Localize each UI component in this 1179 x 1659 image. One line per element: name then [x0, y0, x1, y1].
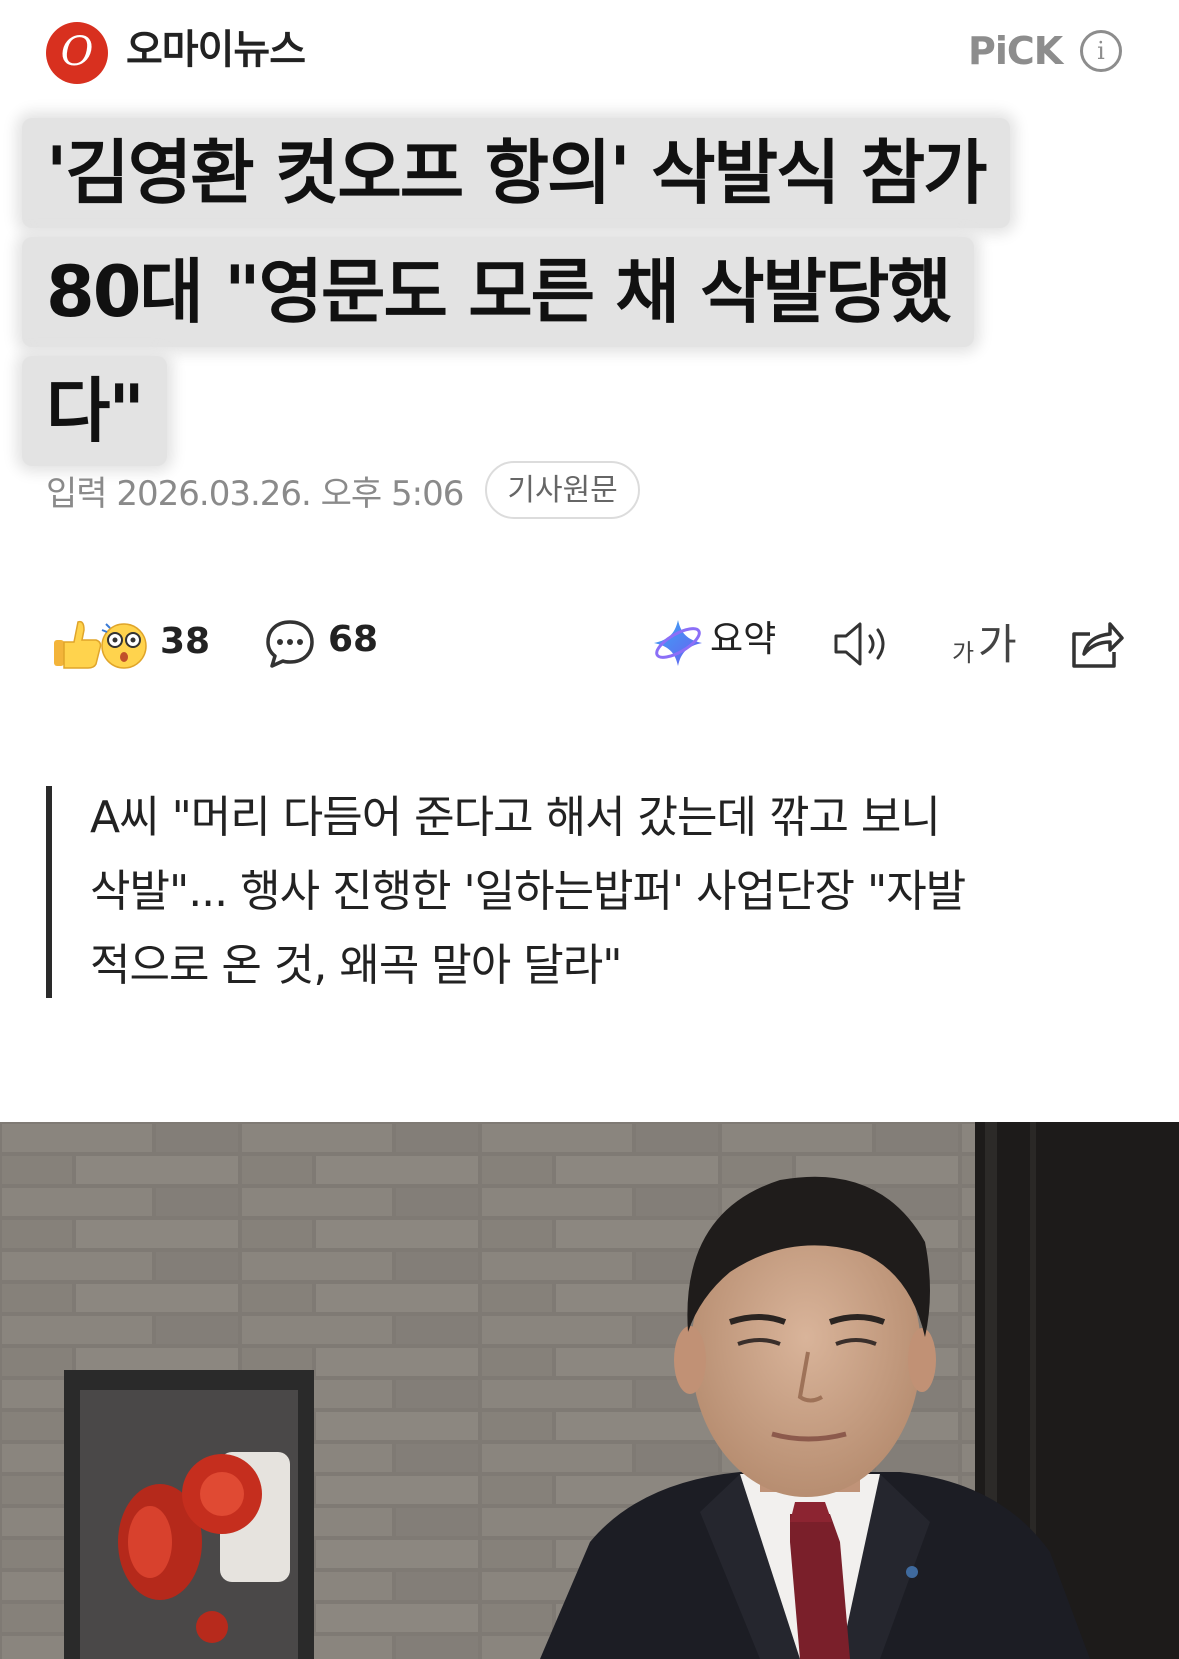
font-size-small-glyph: 가: [952, 639, 975, 667]
reaction-count: 38: [160, 621, 211, 662]
font-size-large-glyph: 가: [978, 620, 1017, 669]
headline-line: '김영환 컷오프 항의' 삭발식 참가: [22, 118, 1010, 228]
reaction-icons[interactable]: [52, 616, 148, 672]
subtitle-line: 적으로 온 것, 왜곡 말아 달라": [90, 940, 622, 991]
article-meta: 입력 2026.03.26. 오후 5:06 기사원문: [46, 460, 640, 520]
article-subtitle: A씨 "머리 다듬어 준다고 해서 갔는데 깎고 보니 삭발"... 행사 진행…: [46, 786, 1126, 998]
headline-line: 80대 "영문도 모른 채 삭발당했: [22, 237, 974, 347]
press-name[interactable]: 오마이뉴스: [126, 22, 306, 78]
pick-badge: PiCK: [968, 29, 1063, 73]
headline-line: 다": [22, 356, 167, 466]
original-article-button[interactable]: 기사원문: [485, 461, 640, 519]
subtitle-line: 삭발"... 행사 진행한 '일하는밥퍼' 사업단장 "자발: [90, 866, 966, 917]
comment-count: 68: [328, 619, 379, 660]
thumbs-up-icon: [54, 620, 102, 669]
article-photo[interactable]: [0, 1122, 1179, 1659]
sparkle-icon[interactable]: [652, 618, 704, 668]
speaker-icon[interactable]: [832, 618, 894, 670]
font-size-button[interactable]: 가 가: [950, 616, 1020, 672]
article-toolbar: 38 68 요약 가 가: [0, 608, 1179, 680]
ohmynews-logo[interactable]: O: [46, 22, 108, 84]
info-icon[interactable]: i: [1080, 30, 1122, 72]
subtitle-line: A씨 "머리 다듬어 준다고 해서 갔는데 깎고 보니: [90, 792, 941, 843]
comment-icon[interactable]: [264, 618, 316, 670]
share-icon[interactable]: [1068, 614, 1126, 672]
article-headline: '김영환 컷오프 항의' 삭발식 참가 80대 "영문도 모른 채 삭발당했 다…: [22, 118, 1132, 475]
press-header: O 오마이뉴스 PiCK i: [0, 0, 1179, 110]
summary-button[interactable]: 요약: [710, 612, 776, 668]
surprised-face-icon: [101, 623, 147, 669]
published-date: 입력 2026.03.26. 오후 5:06: [46, 473, 464, 514]
